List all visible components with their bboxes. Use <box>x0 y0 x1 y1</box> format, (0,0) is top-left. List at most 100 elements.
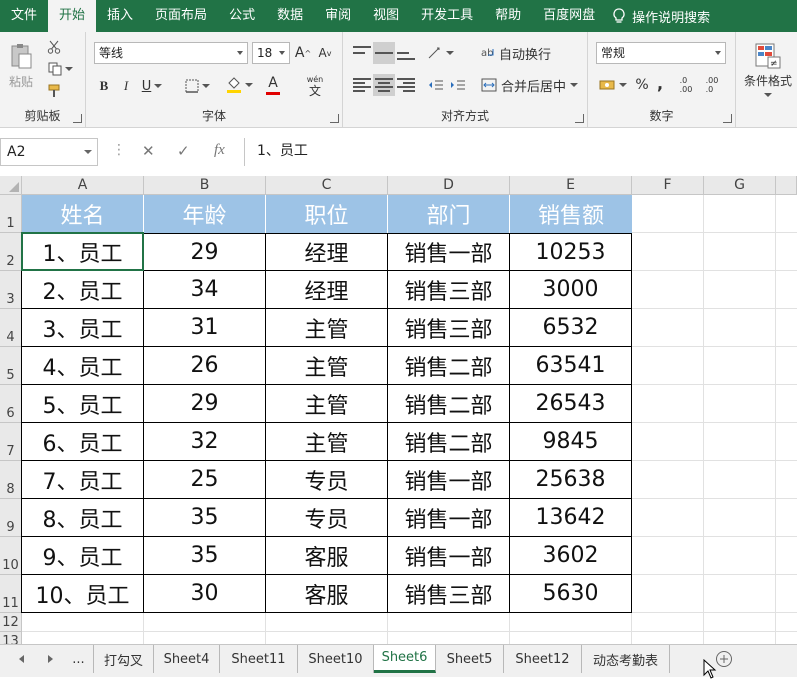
bold-button[interactable]: B <box>94 76 114 96</box>
column-header-e[interactable]: E <box>510 176 632 195</box>
insert-function-button[interactable]: fx <box>214 142 225 159</box>
font-size-select[interactable]: 18 <box>252 42 290 64</box>
table-cell[interactable]: 3602 <box>510 537 632 575</box>
table-cell[interactable]: 32 <box>144 423 266 461</box>
copy-button[interactable] <box>44 60 76 78</box>
format-painter-button[interactable] <box>44 82 64 100</box>
font-launcher-icon[interactable] <box>330 114 339 123</box>
percent-button[interactable]: % <box>632 74 652 96</box>
borders-button[interactable] <box>182 76 212 96</box>
table-cell[interactable]: 经理 <box>266 233 388 271</box>
table-cell[interactable]: 34 <box>144 271 266 309</box>
table-cell[interactable]: 63541 <box>510 347 632 385</box>
align-center-button[interactable] <box>373 74 395 96</box>
table-cell[interactable]: 25 <box>144 461 266 499</box>
table-cell[interactable]: 3000 <box>510 271 632 309</box>
column-header-b[interactable]: B <box>144 176 266 195</box>
table-cell[interactable]: 26 <box>144 347 266 385</box>
sheet-tab[interactable]: 打勾叉 <box>94 645 154 673</box>
table-cell[interactable]: 29 <box>144 233 266 271</box>
formula-input[interactable]: 1、员工 <box>244 138 797 166</box>
table-cell[interactable]: 6532 <box>510 309 632 347</box>
tab-help[interactable]: 帮助 <box>484 0 532 32</box>
italic-button[interactable]: I <box>116 76 136 96</box>
row-header-5[interactable]: 5 <box>0 347 22 385</box>
row-header-4[interactable]: 4 <box>0 309 22 347</box>
table-cell[interactable]: 35 <box>144 537 266 575</box>
table-cell[interactable]: 9、员工 <box>22 537 144 575</box>
align-middle-button[interactable] <box>373 42 395 64</box>
number-format-select[interactable]: 常规 <box>596 42 726 64</box>
table-cell[interactable]: 5630 <box>510 575 632 613</box>
table-cell[interactable]: 31 <box>144 309 266 347</box>
table-cell[interactable]: 客服 <box>266 537 388 575</box>
conditional-formatting-button[interactable]: ≠ 条件格式 <box>740 38 796 102</box>
align-bottom-button[interactable] <box>395 42 417 64</box>
tab-view[interactable]: 视图 <box>362 0 410 32</box>
table-cell[interactable]: 10253 <box>510 233 632 271</box>
decrease-indent-button[interactable] <box>425 74 447 96</box>
table-cell[interactable]: 29 <box>144 385 266 423</box>
worksheet-grid[interactable]: A B C D E F G 1 2 3 4 5 6 7 8 9 10 11 12 13 姓名 年龄 职位 部门 销售额 1、员工 2… <box>0 176 797 644</box>
grow-font-button[interactable]: A ^ <box>294 44 312 62</box>
table-cell[interactable]: 6、员工 <box>22 423 144 461</box>
tab-data[interactable]: 数据 <box>266 0 314 32</box>
column-header-g[interactable]: G <box>704 176 776 195</box>
table-header-cell[interactable]: 年龄 <box>144 195 266 233</box>
formula-bar-grip-icon[interactable]: ⋮ <box>112 142 126 158</box>
font-color-button[interactable]: A <box>258 74 288 96</box>
scroll-left-icon[interactable] <box>18 655 26 663</box>
table-header-cell[interactable]: 销售额 <box>510 195 632 233</box>
row-header-10[interactable]: 10 <box>0 537 22 575</box>
row-header-8[interactable]: 8 <box>0 461 22 499</box>
table-cell[interactable]: 主管 <box>266 423 388 461</box>
row-header-2[interactable]: 2 <box>0 233 22 271</box>
table-cell[interactable]: 2、员工 <box>22 271 144 309</box>
fill-color-button[interactable] <box>224 74 254 96</box>
paste-button[interactable]: 粘贴 <box>6 38 36 94</box>
merge-center-button[interactable]: 合并后居中 <box>481 74 581 96</box>
align-right-button[interactable] <box>395 74 417 96</box>
orientation-button[interactable] <box>425 42 455 64</box>
table-cell[interactable]: 客服 <box>266 575 388 613</box>
enter-icon[interactable]: ✓ <box>177 142 190 160</box>
table-cell[interactable]: 销售一部 <box>388 537 510 575</box>
table-cell[interactable]: 8、员工 <box>22 499 144 537</box>
table-cell[interactable]: 销售一部 <box>388 461 510 499</box>
decrease-decimal-button[interactable]: .00 .0 <box>700 74 724 96</box>
tab-insert[interactable]: 插入 <box>96 0 144 32</box>
alignment-launcher-icon[interactable] <box>575 114 584 123</box>
table-cell[interactable]: 销售二部 <box>388 385 510 423</box>
table-cell[interactable]: 26543 <box>510 385 632 423</box>
table-cell[interactable]: 7、员工 <box>22 461 144 499</box>
font-name-select[interactable]: 等线 <box>94 42 248 64</box>
sheet-tab[interactable]: Sheet10 <box>298 645 374 673</box>
table-cell[interactable]: 经理 <box>266 271 388 309</box>
row-header-6[interactable]: 6 <box>0 385 22 423</box>
row-header-11[interactable]: 11 <box>0 575 22 613</box>
table-cell[interactable]: 30 <box>144 575 266 613</box>
cut-button[interactable] <box>44 38 64 56</box>
select-all-button[interactable] <box>0 176 22 195</box>
sheet-tab[interactable]: Sheet5 <box>436 645 504 673</box>
tab-formulas[interactable]: 公式 <box>218 0 266 32</box>
table-cell[interactable]: 1、员工 <box>22 233 144 271</box>
sheet-tab[interactable]: Sheet4 <box>154 645 220 673</box>
table-cell[interactable]: 主管 <box>266 347 388 385</box>
table-cell[interactable]: 专员 <box>266 499 388 537</box>
table-cell[interactable]: 13642 <box>510 499 632 537</box>
tab-file[interactable]: 文件 <box>0 0 48 32</box>
table-cell[interactable]: 5、员工 <box>22 385 144 423</box>
row-header-13[interactable]: 13 <box>0 632 22 644</box>
comma-style-button[interactable]: , <box>652 72 668 94</box>
tab-developer[interactable]: 开发工具 <box>410 0 484 32</box>
table-cell[interactable]: 专员 <box>266 461 388 499</box>
column-header-f[interactable]: F <box>632 176 704 195</box>
phonetic-guide-button[interactable]: wén 文 <box>300 72 330 100</box>
tell-me-search[interactable]: 操作说明搜索 <box>612 7 710 26</box>
table-cell[interactable]: 销售三部 <box>388 309 510 347</box>
table-cell[interactable]: 主管 <box>266 309 388 347</box>
table-cell[interactable]: 35 <box>144 499 266 537</box>
sheet-tab[interactable]: Sheet11 <box>220 645 298 673</box>
tab-review[interactable]: 审阅 <box>314 0 362 32</box>
